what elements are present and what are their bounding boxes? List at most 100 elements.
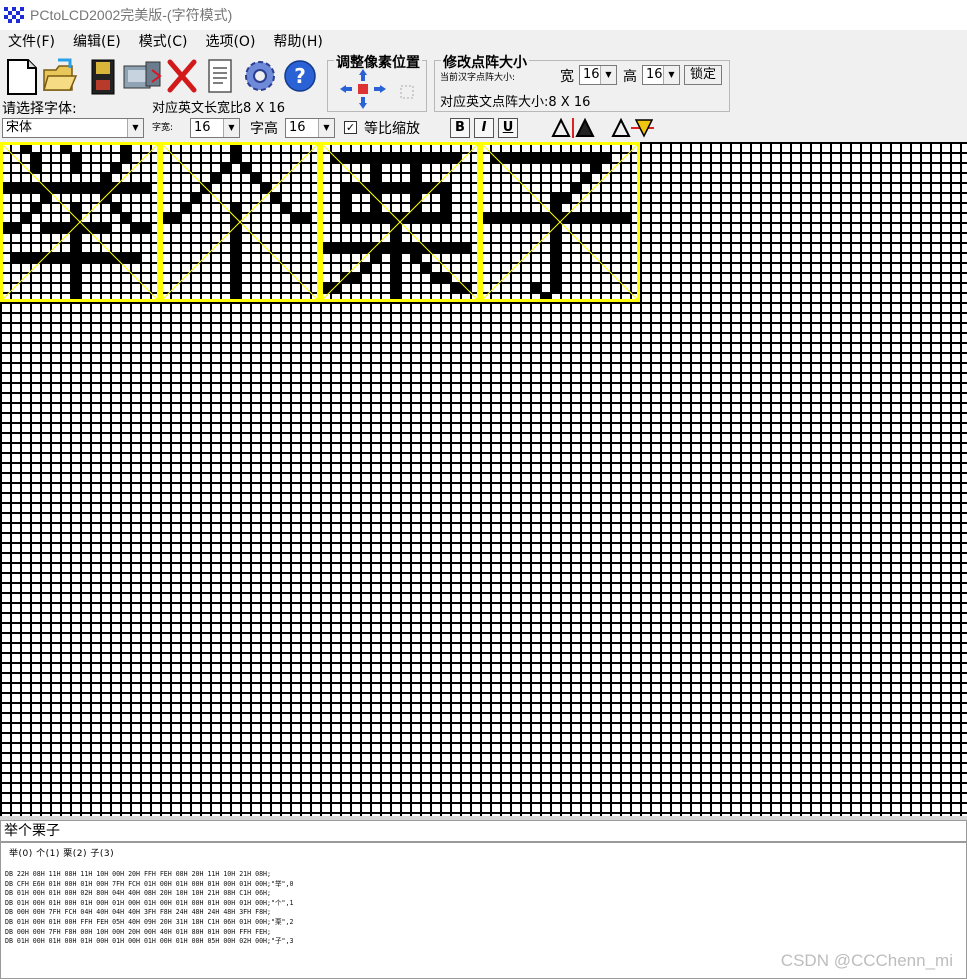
menu-options[interactable]: 选项(O) <box>205 31 255 51</box>
menu-help[interactable]: 帮助(H) <box>273 31 322 51</box>
glyph-pixel <box>400 182 410 192</box>
toolbar-area: ? 调整像素位置 修改点阵大小 当前汉字点阵大小: 宽 16 ▼ 高 16 ▼ … <box>0 52 967 142</box>
center-icon[interactable] <box>396 81 418 103</box>
output-header: 举(0) 个(1) 栗(2) 子(3) <box>9 849 115 859</box>
svg-text:?: ? <box>294 64 306 88</box>
output-line: DB 01H 00H 01H 00H 01H 00H 01H 00H 01H 0… <box>5 937 294 946</box>
glyph-pixel <box>370 162 380 172</box>
height-select[interactable]: 16 ▼ <box>642 65 680 85</box>
glyph-pixel <box>550 282 560 292</box>
chevron-down-icon: ▼ <box>318 119 334 137</box>
watermark: CSDN @CCChenn_mi <box>780 951 953 970</box>
glyph-pixel <box>380 242 390 252</box>
notes-icon[interactable] <box>204 56 236 96</box>
lock-button[interactable]: 锁定 <box>684 65 722 85</box>
delete-icon[interactable] <box>164 56 200 96</box>
glyph-pixel <box>530 212 540 222</box>
glyph-pixel <box>620 212 630 222</box>
english-size-label: 对应英文点阵大小:8 X 16 <box>440 95 591 110</box>
menu-file[interactable]: 文件(F) <box>8 31 55 51</box>
title-bar: PCtoLCD2002完美版-(字符模式) <box>0 0 967 30</box>
height-label: 高 <box>623 69 637 85</box>
char-height-select[interactable]: 16 ▼ <box>285 118 335 138</box>
mirror-vertical-icon[interactable] <box>610 116 656 140</box>
glyph-pixel <box>600 212 610 222</box>
glyph-pixel <box>220 162 230 172</box>
glyph-pixel <box>230 152 240 162</box>
window-title: PCtoLCD2002完美版-(字符模式) <box>30 7 233 23</box>
menu-edit[interactable]: 编辑(E) <box>73 31 121 51</box>
proportional-label: 等比缩放 <box>364 121 420 137</box>
glyph-pixel <box>390 262 400 272</box>
width-select-value: 16 <box>583 67 600 82</box>
open-folder-icon[interactable] <box>42 56 78 96</box>
glyph-pixel <box>40 222 50 232</box>
glyph-pixel <box>230 272 240 282</box>
glyph-pixel <box>520 212 530 222</box>
underline-button[interactable]: U <box>498 118 518 138</box>
glyph-pixel <box>430 242 440 252</box>
glyph-pixel <box>110 202 120 212</box>
glyph-pixel <box>70 152 80 162</box>
glyph-pixel <box>260 182 270 192</box>
export-icon[interactable] <box>122 56 164 96</box>
glyph-pixel <box>70 272 80 282</box>
glyph-pixel <box>370 152 380 162</box>
select-font-label: 请选择字体: <box>2 101 77 117</box>
glyph-pixel <box>370 172 380 182</box>
bold-button[interactable]: B <box>450 118 470 138</box>
glyph-pixel <box>20 252 30 262</box>
glyph-pixel <box>420 262 430 272</box>
glyph-pixel <box>420 152 430 162</box>
glyph-pixel <box>100 172 110 182</box>
mirror-horizontal-icon[interactable] <box>550 116 596 140</box>
new-file-icon[interactable] <box>4 56 40 96</box>
glyph-pixel <box>30 182 40 192</box>
output-lines: DB 22H 08H 11H 08H 11H 10H 00H 20H FFH F… <box>5 870 966 947</box>
glyph-pixel <box>490 212 500 222</box>
glyph-pixel <box>460 242 470 252</box>
glyph-pixel <box>550 202 560 212</box>
output-line: DB CFH E6H 01H 00H 01H 00H 7FH FCH 01H 0… <box>5 879 294 888</box>
glyph-pixel <box>340 192 350 202</box>
text-input[interactable]: 举个栗子 <box>0 820 967 842</box>
glyph-pixel <box>410 192 420 202</box>
glyph-pixel <box>410 212 420 222</box>
proportional-checkbox[interactable]: ✓ <box>344 121 357 134</box>
glyph-pixel <box>110 162 120 172</box>
char-height-value: 16 <box>289 120 306 135</box>
move-arrows-icon[interactable] <box>338 67 388 111</box>
glyph-pixel <box>60 252 70 262</box>
glyph-pixel <box>360 242 370 252</box>
glyph-pixel <box>530 152 540 162</box>
glyph-preview[interactable] <box>0 142 640 302</box>
font-select[interactable]: 宋体 ▼ <box>2 118 144 138</box>
glyph-pixel <box>70 282 80 292</box>
glyph-pixel <box>370 202 380 212</box>
glyph-pixel <box>400 242 410 252</box>
help-icon[interactable]: ? <box>282 56 318 96</box>
menu-mode[interactable]: 模式(C) <box>139 31 188 51</box>
glyph-pixel <box>340 242 350 252</box>
glyph-pixel <box>430 212 440 222</box>
glyph-pixel <box>440 192 450 202</box>
italic-button[interactable]: I <box>474 118 494 138</box>
glyph-pixel <box>550 192 560 202</box>
glyph-pixel <box>560 192 570 202</box>
chevron-down-icon: ▼ <box>223 119 239 137</box>
output-line: DB 01H 00H 01H 00H FFH FEH 05H 40H 09H 2… <box>5 917 294 926</box>
font-select-value: 宋体 <box>6 120 33 135</box>
glyph-pixel <box>210 172 220 182</box>
glyph-pixel <box>550 272 560 282</box>
glyph-pixel <box>410 162 420 172</box>
glyph-pixel <box>530 282 540 292</box>
glyph-pixel <box>50 182 60 192</box>
char-width-select[interactable]: 16 ▼ <box>190 118 240 138</box>
glyph-pixel <box>70 252 80 262</box>
save-disk-icon[interactable] <box>84 56 120 96</box>
width-select[interactable]: 16 ▼ <box>579 65 617 85</box>
settings-gear-icon[interactable] <box>242 56 278 96</box>
current-chinese-size-label: 当前汉字点阵大小: <box>440 73 516 83</box>
glyph-pixel <box>390 182 400 192</box>
glyph-pixel <box>10 222 20 232</box>
